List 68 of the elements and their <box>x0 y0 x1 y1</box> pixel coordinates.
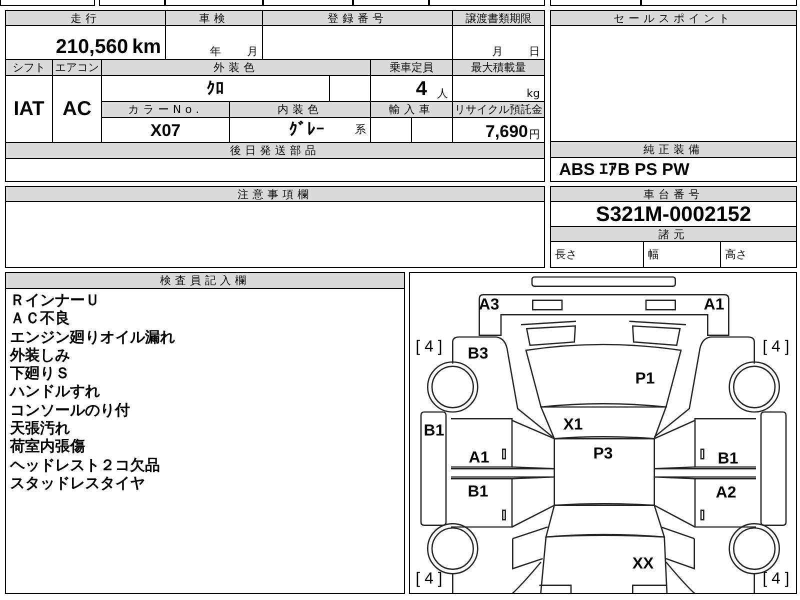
chassis-number: S321M-0002152 <box>596 204 752 224</box>
field-label: 外装色 <box>102 60 370 75</box>
field-label: シフト <box>6 60 52 75</box>
inspector-note: ＡＣ不良 <box>10 309 70 328</box>
equipment-value: ABS ｴｱB PS PW <box>559 161 690 178</box>
field-label: 後日発送部品 <box>6 143 544 158</box>
field-label: 乗車定員 <box>371 60 452 75</box>
field-label: 純正装備 <box>551 142 796 157</box>
field-label: リサイクル預託金 <box>453 102 544 117</box>
field-value: IAT <box>14 99 44 119</box>
inspector-note: ＲインナーＵ <box>10 291 100 310</box>
inspector-note: 荷室内張傷 <box>10 437 85 456</box>
unit-label: 系 <box>355 124 366 134</box>
inspector-note: 天張汚れ <box>10 419 70 438</box>
tread-depth: [ 4 ] <box>762 570 790 588</box>
inspector-note: 外装しみ <box>10 346 70 364</box>
unit-label: 年 <box>210 46 221 57</box>
field-value: ｸﾛ <box>206 80 224 97</box>
field-label: カラーNo. <box>102 102 229 117</box>
tread-depth: [ 4 ] <box>416 338 442 356</box>
field-value: AC <box>62 99 92 119</box>
field-label: 注意事項欄 <box>6 187 544 201</box>
spec-label: 高さ <box>721 242 796 267</box>
field-label: 内装色 <box>230 102 370 117</box>
inspector-note: ヘッドレスト２コ欠品 <box>10 456 160 474</box>
damage-code: P3 <box>593 446 613 462</box>
inspector-note: スタッドレスタイヤ <box>10 474 145 492</box>
damage-code: X1 <box>563 416 583 434</box>
field-value: 7,690 <box>485 123 528 140</box>
field-label: 諸元 <box>551 227 796 241</box>
spec-label: 幅 <box>644 242 720 267</box>
field-label: 車台番号 <box>551 187 796 201</box>
field-value: ｸﾞﾚｰ <box>289 120 325 138</box>
field-label: セールスポイント <box>551 11 796 25</box>
field-label: エアコン <box>53 60 101 75</box>
inspector-note: コンソールのり付 <box>10 400 130 420</box>
damage-code: A1 <box>704 296 724 314</box>
inspector-note: 下廻りＳ <box>10 364 70 382</box>
damage-code: A1 <box>468 450 490 466</box>
field-label: 最大積載量 <box>453 60 544 75</box>
tread-depth: [ 4 ] <box>416 570 442 588</box>
field-value: 4 <box>416 79 427 99</box>
inspector-note: エンジン廻りオイル漏れ <box>10 328 175 346</box>
damage-code: B1 <box>424 422 444 440</box>
unit-label: 円 <box>529 129 540 140</box>
field-label: 譲渡書類期限 <box>453 11 544 25</box>
damage-code: A2 <box>716 484 736 502</box>
field-label: 検査員記入欄 <box>6 273 404 288</box>
unit-label: 日 <box>529 46 540 57</box>
field-label: 輸入車 <box>371 102 452 117</box>
unit-label: 人 <box>437 88 448 99</box>
damage-code: B3 <box>468 346 488 362</box>
tread-depth: [ 4 ] <box>762 338 790 356</box>
inspector-note: ハンドルすれ <box>10 382 100 401</box>
field-label: 車検 <box>166 11 262 25</box>
mileage-value: 210,560 <box>56 37 128 57</box>
unit-label: km <box>132 37 161 57</box>
unit-label: 月 <box>492 46 503 57</box>
field-label: 走行 <box>6 11 165 25</box>
field-value: X07 <box>150 122 181 138</box>
damage-code: XX <box>632 556 654 572</box>
damage-code: B1 <box>718 450 738 468</box>
unit-label: kg <box>526 88 540 99</box>
damage-code: B1 <box>468 484 488 500</box>
unit-label: 月 <box>247 46 258 57</box>
spec-label: 長さ <box>551 242 643 267</box>
field-label: 登録番号 <box>263 11 452 25</box>
damage-code: P1 <box>635 370 655 388</box>
